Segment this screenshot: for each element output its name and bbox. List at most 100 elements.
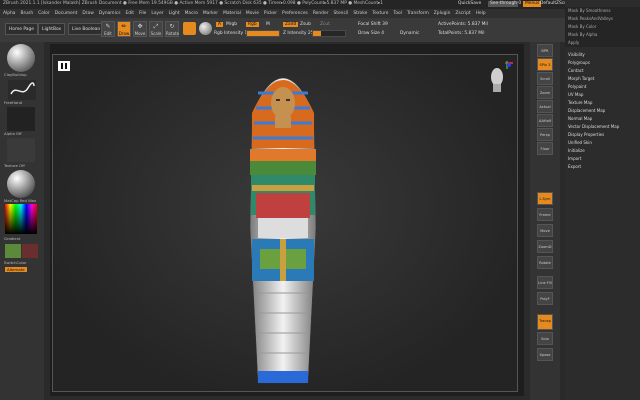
polygroups-item[interactable]: Polygroups [568, 60, 590, 65]
aahalf-button[interactable]: AAHalf [537, 114, 553, 127]
menu-file[interactable]: File [139, 9, 146, 18]
menu-brush[interactable]: Brush [20, 9, 33, 18]
scroll-button[interactable]: Scroll [537, 72, 553, 85]
zsub-toggle[interactable]: Zsub [300, 22, 311, 27]
color-sphere-icon[interactable] [199, 22, 212, 35]
move-mode-button[interactable]: ✥ Move [133, 21, 147, 37]
transp-button[interactable]: Transp [537, 314, 553, 330]
draw-size-slider[interactable]: Draw Size 4 [358, 31, 384, 36]
a-toggle[interactable]: A [216, 22, 224, 27]
z-intensity-slider[interactable]: Z Intensity 25 [283, 31, 314, 36]
menu-light[interactable]: Light [169, 9, 180, 18]
color-picker[interactable] [5, 204, 37, 234]
zoom-button[interactable]: Zoom [537, 86, 553, 99]
menu-layer[interactable]: Layer [151, 9, 163, 18]
mask-by-smoothness-item[interactable]: Mask By Smoothness [568, 8, 611, 13]
texture-thumbnail[interactable] [7, 138, 35, 162]
menu-picker[interactable]: Picker [264, 9, 277, 18]
home-page-button[interactable]: Home Page [5, 23, 38, 35]
mrgb-toggle[interactable]: Mrgb [226, 22, 237, 27]
floor-button[interactable]: Floor [537, 142, 553, 155]
mask-peaks-valleys-item[interactable]: Mask PeaksAndValleys [568, 16, 613, 21]
menu-color[interactable]: Color [38, 9, 49, 18]
display-properties-item[interactable]: Display Properties [568, 132, 604, 137]
secondary-color-swatch[interactable] [22, 244, 38, 258]
frame-icon[interactable] [58, 61, 70, 71]
line-fill-button[interactable]: Line Fill [537, 276, 553, 289]
bpr-button[interactable]: BPR [537, 44, 553, 57]
quicksave-button[interactable]: QuickSave [458, 1, 481, 7]
rgb-toggle[interactable]: Rgb [246, 22, 259, 27]
zcut-toggle[interactable]: Zcut [320, 22, 330, 27]
unified-skin-item[interactable]: Unified Skin [568, 140, 592, 145]
spix-button[interactable]: SPix 3 [537, 58, 553, 71]
menu-help[interactable]: Help [476, 9, 486, 18]
export-item[interactable]: Export [568, 164, 581, 169]
rotate-mode-button[interactable]: ↻ Rotate [165, 21, 179, 37]
edit-mode-button[interactable]: ✎ Edit [101, 21, 115, 37]
see-through-slider[interactable]: See-through 0 [488, 1, 521, 7]
sarcophagus-model[interactable] [238, 53, 328, 393]
scale-mode-button[interactable]: ⤢ Scale [149, 21, 163, 37]
menu-macro[interactable]: Macro [185, 9, 198, 18]
rgb-intensity-track[interactable] [246, 30, 280, 37]
lightbox-button[interactable]: LightBox [38, 23, 66, 35]
document-canvas[interactable] [52, 54, 518, 392]
import-item[interactable]: Import [568, 156, 581, 161]
alternate-button[interactable]: Alternate [5, 267, 27, 272]
focal-shift-slider[interactable]: Focal Shift 39 [358, 22, 388, 27]
main-color-swatch[interactable] [5, 244, 21, 258]
brush-thumbnail[interactable] [7, 44, 35, 72]
xpose-button[interactable]: Xpose [537, 348, 553, 361]
menu-document[interactable]: Document [55, 9, 78, 18]
zadd-toggle[interactable]: Zadd [283, 22, 299, 27]
menu-dynamics[interactable]: Dynamics [99, 9, 121, 18]
menu-transform[interactable]: Transform [407, 9, 429, 18]
dynamic-toggle[interactable]: Dynamic [400, 31, 419, 36]
menu-texture[interactable]: Texture [372, 9, 388, 18]
morph-target-item[interactable]: Morph Target [568, 76, 594, 81]
material-sphere-button[interactable] [183, 22, 196, 35]
menu-stroke[interactable]: Stroke [353, 9, 367, 18]
actual-button[interactable]: Actual [537, 100, 553, 113]
displacement-map-item[interactable]: Displacement Map [568, 108, 605, 113]
menu-marker[interactable]: Marker [203, 9, 218, 18]
polyframe-button[interactable]: PolyF [537, 292, 553, 305]
material-thumbnail[interactable] [7, 170, 35, 198]
mask-by-color-item[interactable]: Mask By Color [568, 24, 596, 29]
contact-item[interactable]: Contact [568, 68, 584, 73]
menu-stencil[interactable]: Stencil [333, 9, 348, 18]
menu-tool[interactable]: Tool [393, 9, 402, 18]
menu-alpha[interactable]: Alpha [3, 9, 15, 18]
live-boolean-button[interactable]: Live Boolean [68, 23, 105, 35]
menu-preferences[interactable]: Preferences [282, 9, 308, 18]
frame-button[interactable]: Frame [537, 208, 553, 221]
menu-zplugin[interactable]: Zplugin [434, 9, 451, 18]
menus-button[interactable]: Menus [523, 1, 542, 7]
persp-button[interactable]: Persp [537, 128, 553, 141]
menu-edit[interactable]: Edit [126, 9, 135, 18]
uv-map-item[interactable]: UV Map [568, 92, 583, 97]
rotate-button[interactable]: Rotate [537, 256, 553, 269]
normal-map-item[interactable]: Normal Map [568, 116, 592, 121]
alpha-thumbnail[interactable] [7, 107, 35, 131]
menu-render[interactable]: Render [313, 9, 329, 18]
m-toggle[interactable]: M [266, 22, 270, 27]
solo-button[interactable]: Solo [537, 332, 553, 345]
stroke-thumbnail[interactable] [8, 80, 36, 100]
local-symmetry-button[interactable]: L.Sym [537, 192, 553, 205]
menu-material[interactable]: Material [223, 9, 241, 18]
visibility-item[interactable]: Visibility [568, 52, 585, 57]
draw-mode-button[interactable]: ✏ Draw [117, 21, 131, 37]
initialize-item[interactable]: Initialize [568, 148, 585, 153]
menu-draw[interactable]: Draw [82, 9, 93, 18]
mask-by-alpha-item[interactable]: Mask By Alpha [568, 32, 597, 37]
move-button[interactable]: Move [537, 224, 553, 237]
z-intensity-track[interactable] [312, 30, 346, 37]
zoom-3d-button[interactable]: ZoomD [537, 240, 553, 253]
navigation-head-icon[interactable] [483, 59, 513, 99]
menu-zscript[interactable]: Zscript [455, 9, 470, 18]
vector-displacement-map-item[interactable]: Vector Displacement Map [568, 124, 619, 129]
switchcolor-label[interactable]: SwitchColor [4, 260, 26, 265]
menu-movie[interactable]: Movie [246, 9, 259, 18]
